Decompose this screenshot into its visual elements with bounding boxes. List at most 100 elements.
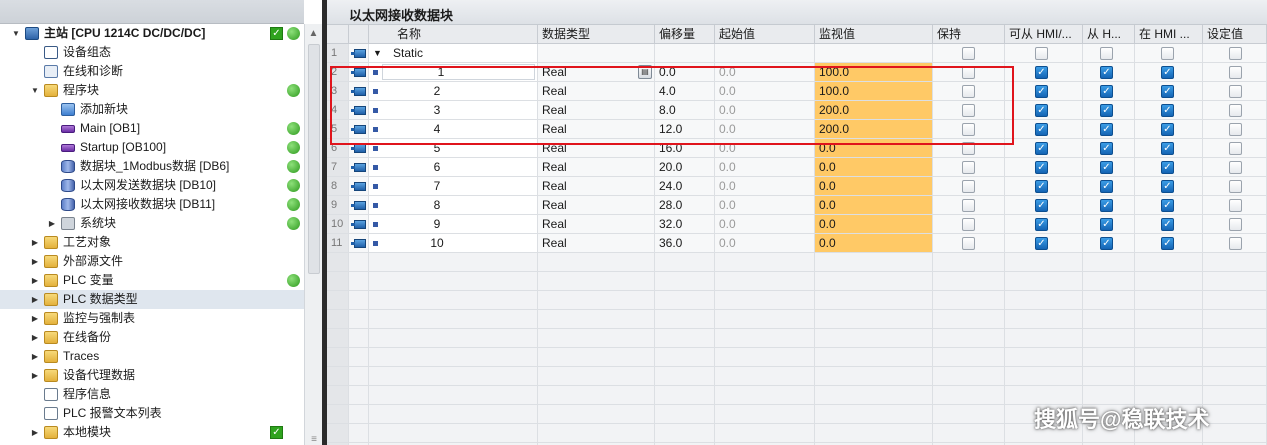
hmi-visible-checkbox[interactable]: ✓ — [1161, 237, 1174, 250]
hmi-accessible-checkbox[interactable]: ✓ — [1035, 199, 1048, 212]
table-row[interactable]: 7 6 Real 20.0 0.0 0.0 ✓ ✓ ✓ — [327, 158, 1267, 177]
hmi-visible-checkbox[interactable]: ✓ — [1161, 161, 1174, 174]
table-row[interactable]: 2 1 Real ▤ 0.0 0.0 100.0 ✓ ✓ ✓ — [327, 63, 1267, 82]
expand-arrow-icon[interactable]: ▶ — [30, 271, 40, 290]
retain-checkbox[interactable] — [962, 142, 975, 155]
name-cell[interactable]: 1 — [369, 63, 538, 82]
retain-checkbox[interactable] — [962, 85, 975, 98]
hmi-accessible-checkbox[interactable]: ✓ — [1035, 104, 1048, 117]
table-row[interactable]: 9 8 Real 28.0 0.0 0.0 ✓ ✓ ✓ — [327, 196, 1267, 215]
hmi-visible-checkbox[interactable]: ✓ — [1161, 123, 1174, 136]
hmi-writable-checkbox[interactable]: ✓ — [1100, 104, 1113, 117]
table-row[interactable]: 3 2 Real 4.0 0.0 100.0 ✓ ✓ ✓ — [327, 82, 1267, 101]
collapse-arrow-icon[interactable]: ▼ — [373, 44, 382, 62]
hmi-writable-checkbox[interactable]: ✓ — [1100, 66, 1113, 79]
column-header[interactable]: 可从 HMI/... — [1005, 25, 1083, 44]
hmi-visible-checkbox[interactable]: ✓ — [1161, 142, 1174, 155]
hmi-writable-checkbox[interactable]: ✓ — [1100, 123, 1113, 136]
tree-item[interactable]: 设备组态 — [0, 43, 304, 62]
hmi-writable-checkbox[interactable]: ✓ — [1100, 180, 1113, 193]
hmi-visible-checkbox[interactable]: ✓ — [1161, 66, 1174, 79]
table-row-static[interactable]: 1 ▼ Static — [327, 44, 1267, 63]
expand-arrow-icon[interactable]: ▶ — [30, 252, 40, 271]
expand-arrow-icon[interactable]: ▶ — [30, 309, 40, 328]
setpoint-checkbox[interactable] — [1229, 218, 1242, 231]
hmi-accessible-checkbox[interactable]: ✓ — [1035, 85, 1048, 98]
setpoint-checkbox[interactable] — [1229, 104, 1242, 117]
tree-item[interactable]: ▼ 程序块 — [0, 81, 304, 100]
data-type-cell[interactable]: Real — [538, 196, 655, 215]
tree-item[interactable]: ▶ Traces — [0, 347, 304, 366]
hmi-accessible-checkbox[interactable]: ✓ — [1035, 123, 1048, 136]
setpoint-checkbox[interactable] — [1229, 123, 1242, 136]
table-row[interactable]: 5 4 Real 12.0 0.0 200.0 ✓ ✓ ✓ — [327, 120, 1267, 139]
setpoint-checkbox[interactable] — [1229, 47, 1242, 60]
data-type-dropdown-icon[interactable]: ▤ — [638, 65, 652, 79]
expand-arrow-icon[interactable]: ▶ — [30, 328, 40, 347]
setpoint-checkbox[interactable] — [1229, 66, 1242, 79]
name-cell[interactable]: 9 — [369, 215, 538, 234]
start-value-cell[interactable]: 0.0 — [715, 234, 815, 253]
start-value-cell[interactable]: 0.0 — [715, 101, 815, 120]
hmi-accessible-checkbox[interactable]: ✓ — [1035, 218, 1048, 231]
hmi-visible-checkbox[interactable]: ✓ — [1161, 104, 1174, 117]
name-cell[interactable]: 10 — [369, 234, 538, 253]
column-header[interactable]: 设定值 — [1203, 25, 1267, 44]
tree-item[interactable]: 数据块_1Modbus数据 [DB6] — [0, 157, 304, 176]
retain-checkbox[interactable] — [962, 237, 975, 250]
name-cell[interactable]: 8 — [369, 196, 538, 215]
tree-item[interactable]: ▶ 本地模块 ✓ — [0, 423, 304, 442]
hmi-writable-checkbox[interactable] — [1100, 47, 1113, 60]
tree-item[interactable]: 在线和诊断 — [0, 62, 304, 81]
name-cell[interactable]: 5 — [369, 139, 538, 158]
table-row[interactable]: 11 10 Real 36.0 0.0 0.0 ✓ ✓ ✓ — [327, 234, 1267, 253]
hmi-visible-checkbox[interactable]: ✓ — [1161, 180, 1174, 193]
expand-arrow-icon[interactable]: ▶ — [30, 347, 40, 366]
tree-item[interactable]: ▶ 设备代理数据 — [0, 366, 304, 385]
name-cell[interactable]: 7 — [369, 177, 538, 196]
retain-checkbox[interactable] — [962, 218, 975, 231]
tree-item[interactable]: ▶ 监控与强制表 — [0, 309, 304, 328]
hmi-writable-checkbox[interactable]: ✓ — [1100, 142, 1113, 155]
data-type-cell[interactable]: Real — [538, 82, 655, 101]
column-header[interactable]: 数据类型 — [538, 25, 655, 44]
hmi-writable-checkbox[interactable]: ✓ — [1100, 218, 1113, 231]
start-value-cell[interactable]: 0.0 — [715, 158, 815, 177]
name-cell[interactable]: ▼ Static — [369, 44, 538, 63]
tree-item[interactable]: ▶ PLC 数据类型 — [0, 290, 304, 309]
data-type-cell[interactable]: Real — [538, 139, 655, 158]
setpoint-checkbox[interactable] — [1229, 237, 1242, 250]
tree-item[interactable]: 添加新块 — [0, 100, 304, 119]
column-header[interactable]: 在 HMI ... — [1135, 25, 1203, 44]
column-header[interactable]: 起始值 — [715, 25, 815, 44]
tree-item[interactable]: ▶ 在线备份 — [0, 328, 304, 347]
start-value-cell[interactable]: 0.0 — [715, 139, 815, 158]
collapse-arrow-icon[interactable]: ▼ — [30, 81, 40, 100]
tree-item[interactable]: 以太网接收数据块 [DB11] — [0, 195, 304, 214]
column-header[interactable]: 从 H... — [1083, 25, 1135, 44]
scroll-grip-icon[interactable]: ≡ — [308, 434, 320, 445]
retain-checkbox[interactable] — [962, 47, 975, 60]
table-row[interactable]: 6 5 Real 16.0 0.0 0.0 ✓ ✓ ✓ — [327, 139, 1267, 158]
data-type-cell[interactable]: Real — [538, 158, 655, 177]
setpoint-checkbox[interactable] — [1229, 142, 1242, 155]
tree-item[interactable]: 以太网发送数据块 [DB10] — [0, 176, 304, 195]
expand-arrow-icon[interactable]: ▶ — [47, 214, 57, 233]
tree-item[interactable]: ▶ PLC 变量 — [0, 271, 304, 290]
data-type-cell[interactable]: Real — [538, 234, 655, 253]
hmi-visible-checkbox[interactable]: ✓ — [1161, 85, 1174, 98]
retain-checkbox[interactable] — [962, 66, 975, 79]
retain-checkbox[interactable] — [962, 180, 975, 193]
hmi-writable-checkbox[interactable]: ✓ — [1100, 161, 1113, 174]
column-header[interactable]: 监视值 — [815, 25, 933, 44]
start-value-cell[interactable]: 0.0 — [715, 177, 815, 196]
data-type-cell[interactable]: Real — [538, 177, 655, 196]
retain-checkbox[interactable] — [962, 161, 975, 174]
tree-scrollbar[interactable]: ▲ ≡ — [304, 24, 322, 445]
expand-arrow-icon[interactable]: ▶ — [30, 290, 40, 309]
name-cell[interactable]: 6 — [369, 158, 538, 177]
tree-item[interactable]: Startup [OB100] — [0, 138, 304, 157]
hmi-accessible-checkbox[interactable]: ✓ — [1035, 142, 1048, 155]
hmi-accessible-checkbox[interactable]: ✓ — [1035, 66, 1048, 79]
tree-item[interactable]: ▶ 工艺对象 — [0, 233, 304, 252]
